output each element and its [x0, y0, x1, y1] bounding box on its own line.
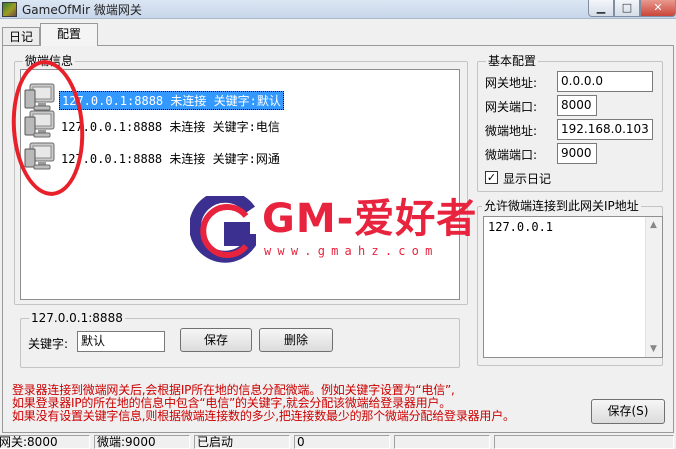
show-log-checkbox[interactable]: ✓: [485, 171, 498, 184]
allowed-ip-list[interactable]: 127.0.0.1 ▲ ▼: [483, 216, 663, 358]
scroll-up-icon[interactable]: ▲: [650, 220, 657, 230]
gateway-port-label: 网关端口:: [485, 100, 538, 114]
ip-list-scrollbar[interactable]: ▲ ▼: [645, 217, 662, 357]
gateway-port-input[interactable]: 8000: [557, 95, 597, 116]
status-micro-port: 微端:9000: [94, 435, 190, 449]
minimize-button[interactable]: ▁: [588, 0, 614, 17]
close-icon: ✕: [653, 1, 663, 14]
edit-group-label: 127.0.0.1:8888: [29, 311, 125, 325]
minimize-icon: ▁: [596, 1, 606, 14]
app-subtitle: 微端网关: [93, 3, 142, 17]
scroll-down-icon[interactable]: ▼: [650, 344, 657, 354]
main-save-button[interactable]: 保存(S): [591, 399, 665, 424]
gateway-item-text: 127.0.0.1:8888 未连接 关键字:电信: [61, 120, 280, 134]
watermark-url: www.gmahz.com: [264, 244, 439, 258]
gateway-addr-input[interactable]: 0.0.0.0: [557, 71, 653, 92]
maximize-button[interactable]: □: [614, 0, 640, 17]
gm-logo-icon: [190, 196, 256, 263]
basic-config-label: 基本配置: [486, 54, 539, 68]
gateway-item-text: 127.0.0.1:8888 未连接 关键字:网通: [61, 152, 280, 166]
micro-addr-input[interactable]: 192.168.0.103: [557, 119, 653, 140]
app-name: GameOfMir: [22, 3, 91, 17]
maximize-icon: □: [621, 1, 633, 14]
tab-log[interactable]: 日记: [2, 27, 40, 46]
save-button[interactable]: 保存: [180, 328, 252, 352]
keyword-input[interactable]: 默认: [77, 331, 165, 352]
status-empty-2: [494, 435, 674, 449]
micro-port-label: 微端端口:: [485, 148, 538, 162]
close-button[interactable]: ✕: [640, 0, 676, 17]
list-item[interactable]: 127.0.0.1:8888 未连接 关键字:电信: [21, 110, 459, 138]
delete-button[interactable]: 删除: [259, 328, 333, 352]
hint-line-3: 如果没有设置关键字信息,则根据微端连接数的多少,把连接数最少的那个微端分配给登录…: [12, 409, 515, 423]
watermark-title: GM-爱好者: [262, 196, 478, 242]
micro-port-input[interactable]: 9000: [557, 143, 597, 164]
status-gateway-port: 网关:8000: [0, 435, 90, 449]
show-log-label: 显示日记: [503, 172, 552, 186]
watermark-logo: GM-爱好者 www.gmahz.com: [190, 196, 490, 268]
gateway-addr-label: 网关地址:: [485, 76, 538, 90]
micro-addr-label: 微端地址:: [485, 124, 538, 138]
list-item[interactable]: 127.0.0.1:8888 未连接 关键字:默认: [21, 83, 459, 111]
keyword-label: 关键字:: [28, 337, 69, 351]
list-item[interactable]: 127.0.0.1:8888 未连接 关键字:网通: [21, 142, 459, 170]
list-item[interactable]: 127.0.0.1: [488, 220, 553, 234]
allowed-ips-label: 允许微端连接到此网关IP地址: [482, 199, 641, 213]
status-count: 0: [294, 435, 390, 449]
status-state: 已启动: [194, 435, 290, 449]
title-bar: GameOfMir 微端网关 ▁ □ ✕: [0, 0, 676, 19]
window-title: GameOfMir 微端网关: [22, 1, 142, 18]
app-icon: [2, 2, 17, 17]
status-bar: 网关:8000 微端:9000 已启动 0: [0, 434, 676, 449]
status-empty-1: [394, 435, 490, 449]
gateway-item-text: 127.0.0.1:8888 未连接 关键字:默认: [59, 91, 284, 110]
tab-config[interactable]: 配置: [40, 23, 98, 46]
